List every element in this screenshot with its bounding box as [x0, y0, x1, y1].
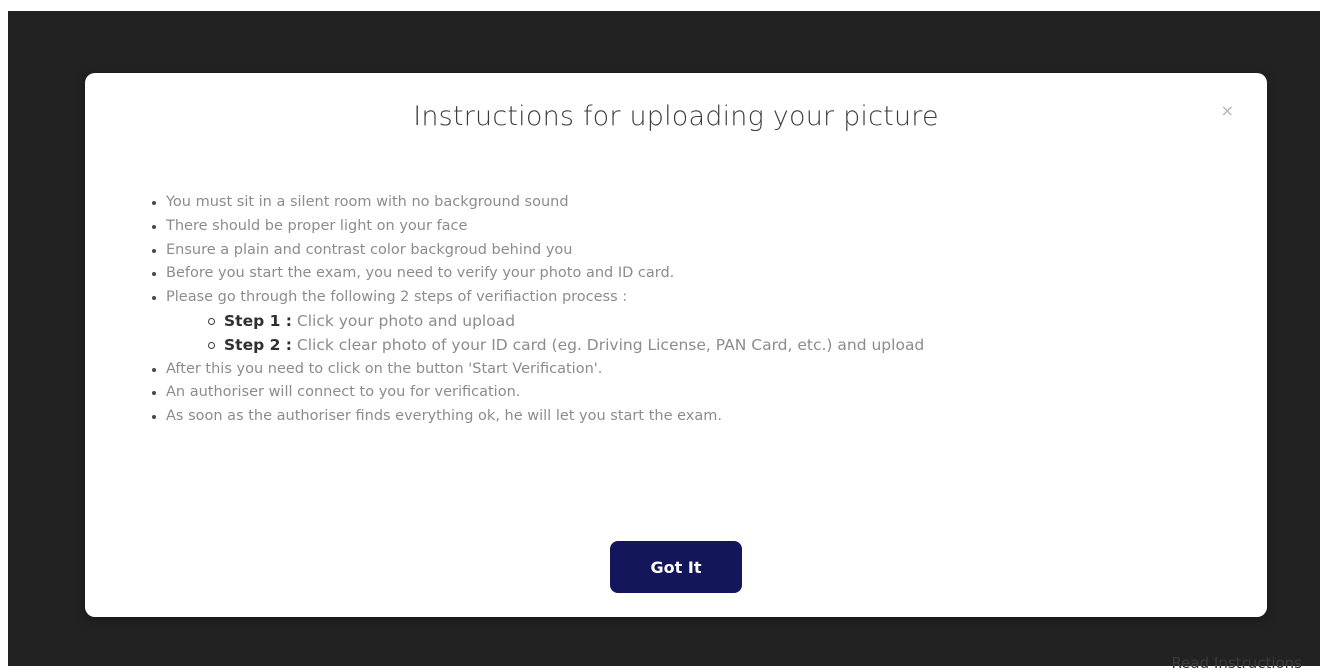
instructions-list: You must sit in a silent room with no ba…	[151, 191, 924, 429]
step-item: Step 1 : Click your photo and upload	[207, 310, 924, 334]
modal-title: Instructions for uploading your picture	[413, 101, 939, 132]
step-label: Step 2 :	[224, 335, 292, 354]
read-instructions-link[interactable]: Read Instructions	[1171, 654, 1302, 672]
list-item: Ensure a plain and contrast color backgr…	[151, 239, 924, 263]
step-item: Step 2 : Click clear photo of your ID ca…	[207, 334, 925, 358]
list-item: An authoriser will connect to you for ve…	[151, 381, 924, 405]
step-text: Click your photo and upload	[291, 311, 516, 330]
list-item: Please go through the following 2 steps …	[151, 286, 924, 358]
list-item-text: Please go through the following 2 steps …	[166, 289, 628, 306]
steps-list: Step 1 : Click your photo and upload Ste…	[166, 310, 924, 358]
list-item: There should be proper light on your fac…	[151, 215, 924, 239]
got-it-button[interactable]: Got It	[610, 541, 742, 593]
list-item: After this you need to click on the butt…	[151, 358, 924, 382]
list-item: Before you start the exam, you need to v…	[151, 262, 924, 286]
list-item: As soon as the authoriser finds everythi…	[151, 405, 924, 429]
list-item: You must sit in a silent room with no ba…	[151, 191, 924, 215]
instructions-modal: Instructions for uploading your picture …	[85, 73, 1267, 617]
step-label: Step 1 :	[224, 311, 292, 330]
step-text: Click clear photo of your ID card (eg. D…	[291, 335, 925, 354]
close-icon[interactable]: ×	[1221, 103, 1234, 119]
